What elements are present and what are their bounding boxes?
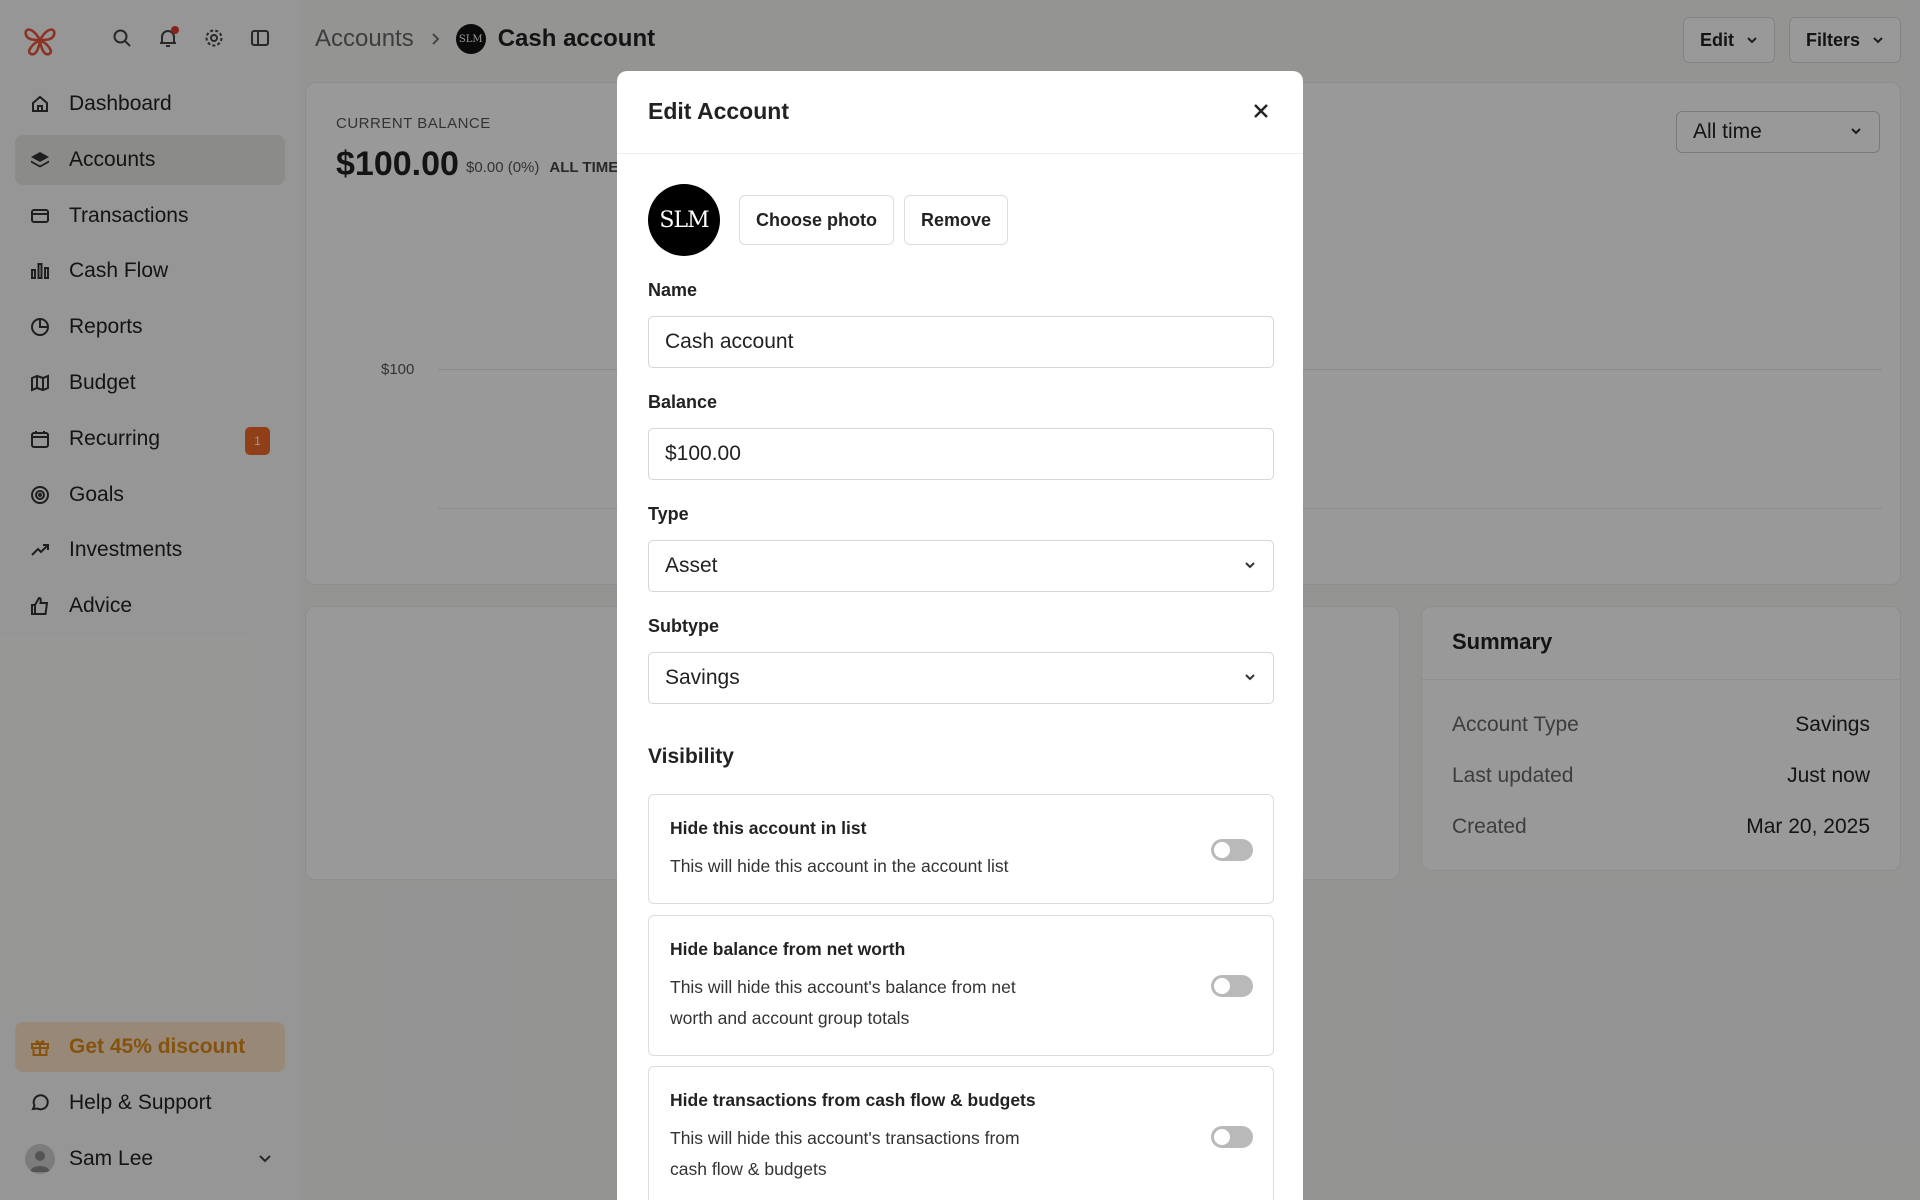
visibility-option-title: Hide transactions from cash flow & budge…	[670, 1090, 1036, 1110]
remove-photo-button[interactable]: Remove	[904, 195, 1009, 245]
hide-cash-flow-toggle[interactable]	[1211, 1126, 1253, 1148]
chevron-down-icon	[1243, 554, 1257, 578]
visibility-option: Hide transactions from cash flow & budge…	[648, 1066, 1274, 1200]
balance-field-label: Balance	[648, 392, 718, 412]
close-icon[interactable]	[1249, 99, 1273, 123]
subtype-value: Savings	[665, 666, 740, 689]
visibility-option-desc: This will hide this account in the accou…	[670, 856, 1009, 876]
name-value: Cash account	[665, 330, 794, 353]
type-select[interactable]: Asset	[648, 540, 1274, 592]
modal-title: Edit Account	[648, 98, 789, 124]
balance-input[interactable]: $100.00	[648, 428, 1274, 480]
name-input[interactable]: Cash account	[648, 316, 1274, 368]
visibility-option: Hide this account in list This will hide…	[648, 794, 1274, 904]
account-photo: SLM	[648, 184, 720, 256]
visibility-option-title: Hide this account in list	[670, 818, 867, 838]
subtype-select[interactable]: Savings	[648, 652, 1274, 704]
hide-in-list-toggle[interactable]	[1211, 839, 1253, 861]
edit-account-modal: Edit Account SLM Choose photo Remove Nam…	[617, 71, 1303, 1200]
balance-field-value: $100.00	[665, 442, 741, 465]
visibility-title: Visibility	[648, 745, 734, 768]
divider	[617, 153, 1303, 154]
type-label: Type	[648, 504, 689, 524]
name-label: Name	[648, 280, 698, 300]
visibility-option-desc: This will hide this account's transactio…	[670, 1128, 1020, 1179]
visibility-option-desc: This will hide this account's balance fr…	[670, 977, 1016, 1028]
choose-photo-button[interactable]: Choose photo	[739, 195, 894, 245]
type-value: Asset	[665, 554, 718, 577]
chevron-down-icon	[1243, 666, 1257, 690]
visibility-option: Hide balance from net worth This will hi…	[648, 915, 1274, 1056]
hide-net-worth-toggle[interactable]	[1211, 975, 1253, 997]
subtype-label: Subtype	[648, 616, 720, 636]
visibility-option-title: Hide balance from net worth	[670, 939, 906, 959]
